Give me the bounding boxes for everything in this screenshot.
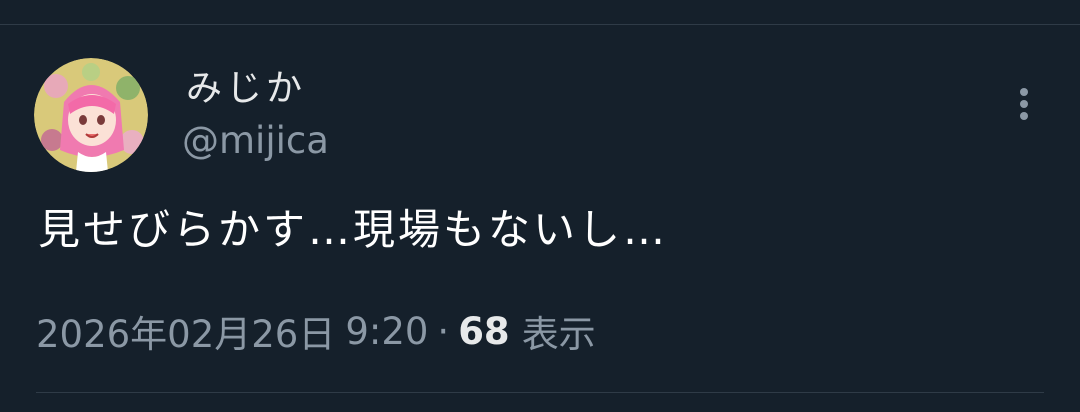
tweet-metadata: 2026年02月26日 9:20 · 68 表示	[36, 304, 596, 358]
bottom-divider	[36, 392, 1044, 393]
more-vertical-icon	[1020, 88, 1028, 120]
view-count: 68	[458, 309, 510, 353]
tweet-text: 見せびらかす…現場もないし…	[38, 205, 669, 254]
top-divider	[0, 24, 1080, 25]
avatar[interactable]	[34, 58, 148, 172]
meta-separator: ·	[437, 309, 450, 353]
tweet-time[interactable]: 9:20	[345, 310, 428, 353]
tweet-date[interactable]: 2026年02月26日	[36, 304, 335, 358]
user-handle[interactable]: @mijica	[182, 118, 329, 164]
display-name[interactable]: みじか	[186, 66, 306, 112]
more-options-button[interactable]	[1006, 82, 1042, 126]
tweet-detail-screen: みじか @mijica 見せびらかす…現場もないし… 2026年02月26日 9…	[0, 0, 1080, 412]
view-label: 表示	[521, 313, 596, 356]
